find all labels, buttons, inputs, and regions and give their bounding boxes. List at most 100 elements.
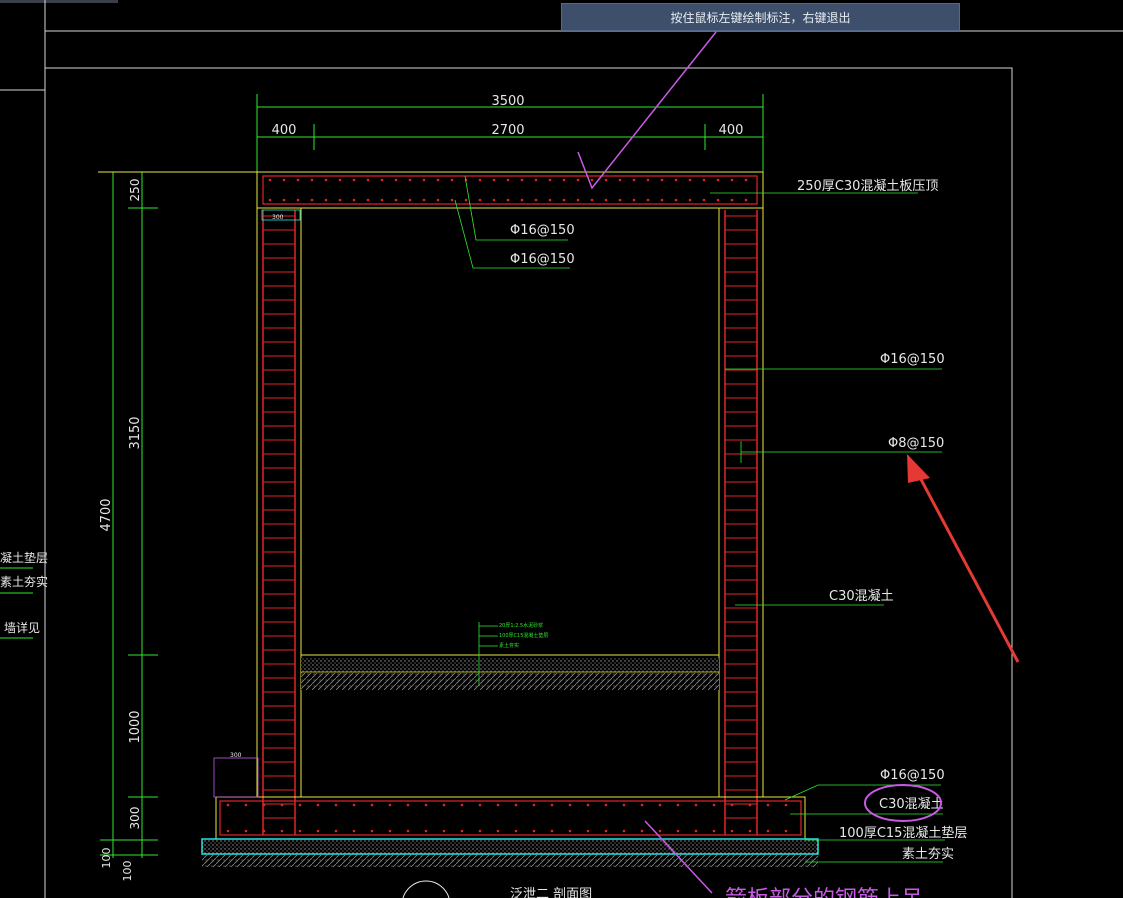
rebar-dot bbox=[748, 803, 752, 807]
rebar-dot bbox=[316, 803, 320, 807]
left-label-1: 凝土垫层 bbox=[0, 550, 48, 565]
rebar-dot bbox=[506, 198, 510, 202]
red-arrow-icon bbox=[907, 454, 1020, 663]
rebar-dot bbox=[316, 829, 320, 833]
rebar-dot bbox=[730, 178, 734, 182]
rebar-dot bbox=[730, 198, 734, 202]
rebar-dot bbox=[478, 178, 482, 182]
rebar-dot bbox=[436, 198, 440, 202]
rebar-dot bbox=[338, 198, 342, 202]
rebar-dot bbox=[514, 829, 518, 833]
rebar-dot bbox=[730, 803, 734, 807]
rebar-dot bbox=[496, 803, 500, 807]
rebar-dot bbox=[478, 198, 482, 202]
rebar-dot bbox=[712, 803, 716, 807]
rebar-dot bbox=[676, 829, 680, 833]
rebar-dot bbox=[310, 198, 314, 202]
small-dim-2: 300 bbox=[230, 752, 242, 759]
rebar-dot bbox=[702, 198, 706, 202]
floor-note-3: 素土夯实 bbox=[499, 642, 519, 649]
label-soil: 素土夯实 bbox=[902, 847, 954, 862]
rebar-dot bbox=[334, 803, 338, 807]
rebar-dot bbox=[576, 178, 580, 182]
rebar-dot bbox=[590, 178, 594, 182]
rebar-dot bbox=[784, 829, 788, 833]
rebar-dot bbox=[424, 829, 428, 833]
rebar-dot bbox=[674, 178, 678, 182]
viewport-frame bbox=[0, 0, 1123, 898]
dim-clear-span: 2700 bbox=[491, 123, 524, 138]
rebar-dot bbox=[766, 829, 770, 833]
rebar-dot bbox=[380, 198, 384, 202]
label-wall-rebar-dist: Φ8@150 bbox=[888, 436, 944, 451]
rebar-dot bbox=[370, 829, 374, 833]
label-roof-slab: 250厚C30混凝土板压顶 bbox=[797, 178, 938, 194]
rebar-dot bbox=[658, 803, 662, 807]
rebar-dot bbox=[268, 178, 272, 182]
rebar-dot bbox=[352, 829, 356, 833]
rebar-dot bbox=[406, 803, 410, 807]
rebar-dot bbox=[784, 803, 788, 807]
dim-base-thickness: 300 bbox=[128, 807, 142, 830]
left-label-3: 墙详见 bbox=[4, 620, 40, 635]
cushion-layer[interactable] bbox=[201, 838, 819, 867]
label-base-rebar: Φ16@150 bbox=[880, 768, 945, 783]
left-wall[interactable] bbox=[256, 207, 302, 835]
label-wall-rebar-main: Φ16@150 bbox=[880, 352, 945, 367]
rebar-dot bbox=[334, 829, 338, 833]
rebar-dot bbox=[394, 198, 398, 202]
rebar-dot bbox=[282, 178, 286, 182]
rebar-dot bbox=[568, 803, 572, 807]
interior-floor bbox=[301, 654, 719, 690]
small-dim-1: 300 bbox=[272, 214, 284, 221]
dim-roof-thickness: 250 bbox=[128, 179, 142, 202]
rebar-dot bbox=[604, 829, 608, 833]
cad-drawing-canvas[interactable]: 凝土垫层 素土夯实 墙详见 3500 400 2700 400 4700 250… bbox=[0, 0, 1123, 898]
dim-left-wall: 400 bbox=[272, 123, 297, 138]
rebar-dot bbox=[352, 803, 356, 807]
rebar-dot bbox=[388, 829, 392, 833]
roof-slab[interactable] bbox=[256, 171, 764, 209]
rebar-dot bbox=[506, 178, 510, 182]
floor-note-1: 20厚1:2.5水泥砂浆 bbox=[499, 622, 543, 629]
rebar-dot bbox=[766, 803, 770, 807]
rebar-dot bbox=[576, 198, 580, 202]
rebar-dot bbox=[460, 803, 464, 807]
rebar-dot bbox=[310, 178, 314, 182]
rebar-dot bbox=[394, 178, 398, 182]
rebar-dot bbox=[590, 198, 594, 202]
rebar-dot bbox=[296, 198, 300, 202]
rebar-dot bbox=[388, 803, 392, 807]
rebar-dot bbox=[496, 829, 500, 833]
right-wall[interactable] bbox=[718, 207, 764, 835]
rebar-dot bbox=[646, 198, 650, 202]
rebar-dot bbox=[298, 829, 302, 833]
rebar-dot bbox=[338, 178, 342, 182]
rebar-dot bbox=[676, 803, 680, 807]
rebar-dot bbox=[586, 803, 590, 807]
rebar-dot bbox=[534, 198, 538, 202]
rebar-dot bbox=[744, 198, 748, 202]
rebar-dot bbox=[514, 803, 518, 807]
rebar-dot bbox=[352, 198, 356, 202]
rebar-dot bbox=[380, 178, 384, 182]
rebar-dot bbox=[520, 178, 524, 182]
rebar-dot bbox=[658, 829, 662, 833]
rebar-dot bbox=[674, 198, 678, 202]
rebar-dot bbox=[744, 178, 748, 182]
rebar-dot bbox=[688, 198, 692, 202]
section-title: 泛泄二 剖面图 bbox=[510, 887, 592, 898]
rebar-dot bbox=[646, 178, 650, 182]
rebar-dot bbox=[604, 803, 608, 807]
section-symbol bbox=[402, 880, 450, 898]
rebar-dot bbox=[492, 198, 496, 202]
base-slab[interactable] bbox=[215, 796, 806, 841]
rebar-dot bbox=[748, 829, 752, 833]
rebar-dot bbox=[324, 198, 328, 202]
left-cut-labels: 凝土垫层 素土夯实 墙详见 bbox=[0, 550, 48, 639]
rebar-dot bbox=[366, 198, 370, 202]
rebar-dot bbox=[408, 178, 412, 182]
rebar-dot bbox=[632, 198, 636, 202]
rebar-dot bbox=[532, 803, 536, 807]
rebar-dot bbox=[586, 829, 590, 833]
